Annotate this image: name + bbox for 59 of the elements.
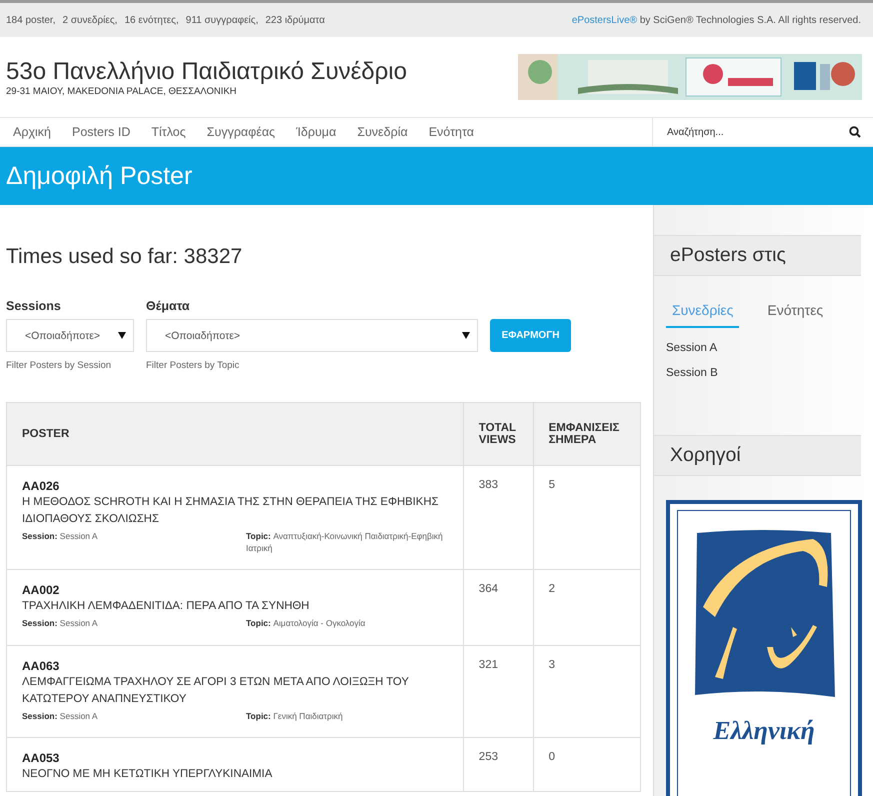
poster-code[interactable]: AA002 — [22, 583, 448, 597]
filter-hint: Filter Posters by Topic — [146, 360, 240, 371]
poster-title[interactable]: ΤΡΑΧΗΛΙΚΗ ΛΕΜΦΑΔΕΝΙΤΙΔΑ: ΠΕΡΑ ΑΠΟ ΤΑ ΣΥΝΗΘΗ — [22, 598, 448, 615]
nav-link[interactable]: Συγγραφέας — [206, 125, 276, 139]
session-info: Session: Session A — [22, 530, 99, 543]
usage-counter: Times used so far: 38327 — [6, 245, 244, 269]
stat-count: 2 συνεδρίες, — [62, 14, 118, 26]
poster-code[interactable]: AA053 — [22, 751, 448, 765]
poster-title[interactable]: Η ΜΕΘΟΔΟΣ SCHROTH ΚΑΙ Η ΣΗΜΑΣΙΑ ΤΗΣ ΣΤΗΝ ΘΕΡΑΠΕΙΑ ΤΗΣ ΕΦΗΒΙΚΗΣ ΙΔΙΟΠΑΘΟΥΣ ΣΚΟΛΙΩΣΗΣ — [22, 494, 448, 528]
panel-header: Χορηγοί — [654, 435, 861, 476]
panel-header: ePosters στις — [654, 235, 861, 276]
stat-count: 184 poster, — [6, 14, 56, 26]
sponsor-name: Ελληνική — [713, 716, 815, 746]
filter-label: Sessions — [6, 299, 62, 315]
sidebar-tab[interactable]: Ενότητες — [761, 300, 830, 328]
page-title: Δημοφιλή Poster — [6, 162, 192, 190]
session-link[interactable]: Session B — [666, 367, 873, 379]
filter-dropdown[interactable]: <Οποιαδήποτε> — [146, 319, 478, 352]
topic-info: Topic: Αιματολογία - Ογκολογία — [246, 617, 366, 629]
column-header: POSTER — [22, 428, 70, 440]
site-title: 53ο Πανελλήνιο Παιδιατρικό Συνέδριο — [6, 58, 407, 86]
topic-info: Topic: Γενική Παιδιατρική — [246, 710, 344, 722]
table-cell: 321 — [478, 659, 498, 671]
caret-icon — [118, 332, 126, 339]
sponsor-logo[interactable]: Ελληνική — [666, 500, 862, 796]
topic-info: Topic: Αναπτυξιακή-Κοινωνική Παιδιατρική-Εφηβική Ιατρική — [246, 530, 444, 554]
table-cell: 0 — [548, 751, 555, 763]
filter-dropdown[interactable]: <Οποιαδήποτε> — [6, 319, 134, 352]
table-cell: 253 — [478, 751, 498, 763]
poster-code[interactable]: AA063 — [22, 659, 448, 673]
poster-code[interactable]: AA026 — [22, 479, 448, 493]
stat-count: 16 ενότητες, — [124, 14, 179, 26]
poster-title[interactable]: ΛΕΜΦΑΓΓΕΙΩΜΑ ΤΡΑΧΗΛΟΥ ΣΕ ΑΓΟΡΙ 3 ΕΤΩΝ ΜΕΤΑ ΑΠΟ ΛΟΙΞΩΞΗ ΤΟΥ ΚΑΤΩΤΕΡΟΥ ΑΝΑΠΝΕΥΣΤΙΚΟΥ — [22, 674, 448, 708]
stat-count: 911 συγγραφείς, — [186, 14, 258, 26]
nav-link[interactable]: Ίδρυμα — [296, 125, 336, 139]
filter-hint: Filter Posters by Session — [6, 360, 112, 371]
filter-label: Θέματα — [146, 299, 191, 315]
poster-title[interactable]: ΝΕΟΓΝΟ ΜΕ ΜΗ ΚΕΤΩΤΙΚΗ ΥΠΕΡΓΛΥΚΙΝΑΙΜΙΑ — [22, 766, 448, 783]
nav-link[interactable]: Posters ID — [72, 125, 130, 139]
session-info: Session: Session A — [22, 617, 99, 629]
session-info: Session: Session A — [22, 710, 99, 722]
search-field[interactable]: Αναζήτηση... — [665, 126, 849, 138]
column-header: TOTAL VIEWS — [478, 422, 517, 446]
nav-link[interactable]: Αρχική — [13, 125, 51, 139]
table-cell: 2 — [548, 583, 555, 595]
stat-count: 223 ιδρύματα — [265, 14, 325, 26]
table-cell: 364 — [478, 583, 498, 595]
session-link[interactable]: Session A — [666, 342, 873, 354]
copyright-text: by SciGen® Technologies S.A. All rights reserved. — [640, 14, 861, 26]
nav-link[interactable]: Ενότητα — [428, 125, 474, 139]
column-header: ΕΜΦΑΝΙΣΕΙΣ ΣΗΜΕΡΑ — [548, 422, 620, 446]
nav-link[interactable]: Συνεδρία — [357, 125, 408, 139]
site-subtitle: 29-31 ΜΑΙΟΥ, MAKEDONIA PALACE, ΘΕΣΣΑΛΟΝΙΚΗ — [6, 86, 238, 96]
caret-icon — [462, 332, 470, 339]
table-cell: 3 — [548, 659, 555, 671]
nav-link[interactable]: Τίτλος — [151, 125, 186, 139]
table-cell: 383 — [478, 479, 498, 491]
search-icon[interactable] — [849, 126, 861, 138]
table-cell: 5 — [548, 479, 555, 491]
